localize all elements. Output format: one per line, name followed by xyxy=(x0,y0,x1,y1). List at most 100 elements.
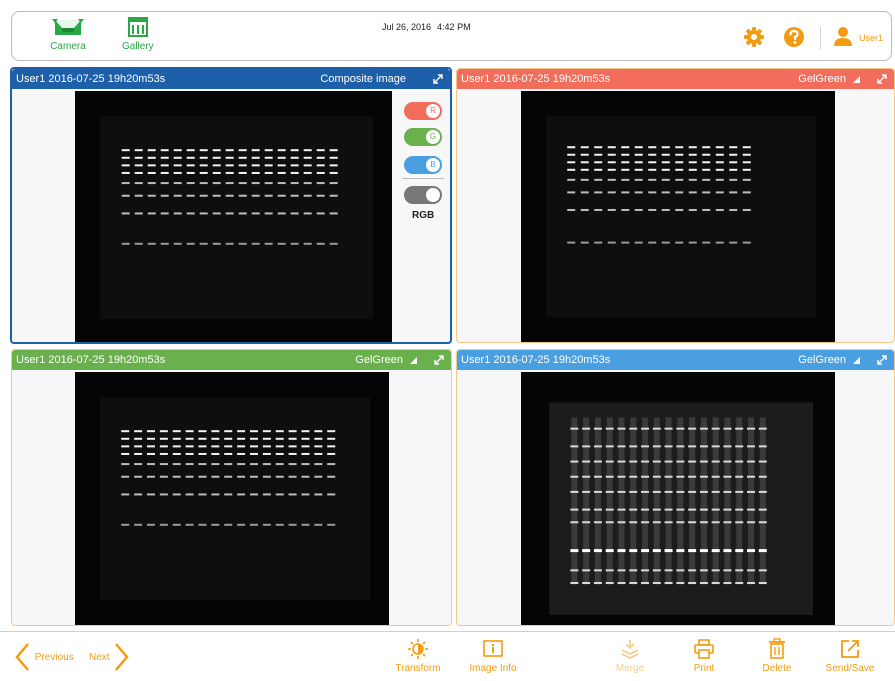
gel-band xyxy=(570,569,579,572)
gel-lane xyxy=(736,417,743,585)
settings-button[interactable] xyxy=(743,26,765,53)
gel-band xyxy=(314,523,323,526)
user-name[interactable]: User1 xyxy=(859,33,883,43)
delete-button[interactable]: Delete xyxy=(747,638,807,674)
gel-band xyxy=(652,581,661,584)
gel-image xyxy=(75,372,389,625)
gel-band xyxy=(723,445,732,448)
expand-button[interactable] xyxy=(876,72,888,92)
gel-band xyxy=(675,146,684,149)
gel-band xyxy=(121,463,130,466)
gallery-icon xyxy=(127,17,148,37)
gel-band xyxy=(582,508,591,511)
merge-button[interactable]: Merge xyxy=(600,638,660,674)
gel-band xyxy=(688,460,697,463)
gel-band xyxy=(661,161,670,164)
gel-band xyxy=(121,452,130,455)
expand-button[interactable] xyxy=(433,353,445,373)
gel-band xyxy=(303,242,312,245)
expand-button[interactable] xyxy=(876,353,888,373)
gel-band xyxy=(758,508,767,511)
send-save-button[interactable]: Send/Save xyxy=(820,638,880,674)
camera-icon xyxy=(52,19,84,35)
gel-band xyxy=(264,171,273,174)
gel-band xyxy=(159,430,168,433)
gel-band xyxy=(747,490,756,493)
gel-band xyxy=(593,490,602,493)
expand-button[interactable] xyxy=(432,72,444,92)
gel-band xyxy=(594,208,603,211)
gel-band xyxy=(212,156,221,159)
gel-band xyxy=(648,208,657,211)
gel-band xyxy=(715,191,724,194)
image-panel-blue[interactable]: User1 2016-07-25 19h20m53s GelGreen xyxy=(456,349,895,626)
blue-channel-toggle[interactable]: B xyxy=(404,156,442,174)
gel-band xyxy=(251,182,260,185)
gel-band xyxy=(621,178,630,181)
help-button[interactable] xyxy=(783,26,805,53)
channel-dropdown-icon[interactable] xyxy=(853,357,860,364)
gel-band xyxy=(329,149,338,152)
channel-dropdown-icon[interactable] xyxy=(410,357,417,364)
gel-band xyxy=(580,146,589,149)
gel-band xyxy=(198,523,207,526)
gel-band xyxy=(146,437,155,440)
gel-band xyxy=(735,508,744,511)
gel-band xyxy=(652,490,661,493)
gel-band xyxy=(702,241,711,244)
gel-band xyxy=(225,164,234,167)
help-icon xyxy=(784,27,804,47)
gel-band xyxy=(715,153,724,156)
gel-band xyxy=(172,463,181,466)
red-channel-toggle[interactable]: R xyxy=(404,102,442,120)
gel-band xyxy=(747,549,756,553)
gel-band xyxy=(251,156,260,159)
image-panel-red[interactable]: User1 2016-07-25 19h20m53s GelGreen xyxy=(456,68,895,343)
gel-band xyxy=(711,475,720,478)
gel-band xyxy=(277,164,286,167)
gel-band xyxy=(134,445,143,448)
gel-band xyxy=(249,445,258,448)
gel-lane xyxy=(594,417,601,585)
gel-band xyxy=(121,149,130,152)
gel-band xyxy=(605,521,614,524)
gel-band xyxy=(237,463,246,466)
user-avatar-button[interactable] xyxy=(832,25,854,52)
gel-image xyxy=(521,91,835,342)
gallery-button[interactable]: Gallery xyxy=(122,16,154,52)
green-channel-toggle[interactable]: G xyxy=(404,128,442,146)
gel-band xyxy=(629,427,638,430)
previous-button[interactable]: Previous xyxy=(14,642,74,672)
gel-band xyxy=(605,549,614,553)
transform-button[interactable]: Transform xyxy=(388,638,448,674)
image-info-button[interactable]: Image Info xyxy=(463,638,523,674)
rgb-toggle[interactable] xyxy=(404,186,442,204)
chevron-right-icon xyxy=(115,643,129,671)
next-button[interactable]: Next xyxy=(89,642,130,672)
gel-band xyxy=(275,437,284,440)
gear-icon xyxy=(744,27,764,47)
gel-band xyxy=(688,146,697,149)
gel-band xyxy=(249,475,258,478)
gel-band xyxy=(634,241,643,244)
gel-band xyxy=(327,445,336,448)
print-button[interactable]: Print xyxy=(674,638,734,674)
image-panel-green[interactable]: User1 2016-07-25 19h20m53s GelGreen xyxy=(11,349,452,626)
camera-button[interactable]: Camera xyxy=(50,16,86,52)
gel-band xyxy=(699,445,708,448)
gel-band xyxy=(186,182,195,185)
gel-lane xyxy=(724,417,731,585)
gel-band xyxy=(711,508,720,511)
gel-band xyxy=(237,523,246,526)
gel-band xyxy=(225,212,234,215)
gel-band xyxy=(327,430,336,433)
gel-band xyxy=(264,182,273,185)
blue-channel-label: B xyxy=(430,160,436,169)
gel-band xyxy=(173,149,182,152)
gel-band xyxy=(224,437,233,440)
gel-band xyxy=(676,508,685,511)
image-panel-composite[interactable]: User1 2016-07-25 19h20m53s Composite ima… xyxy=(10,67,452,344)
gel-bands xyxy=(549,402,814,615)
gel-band xyxy=(146,463,155,466)
channel-dropdown-icon[interactable] xyxy=(853,76,860,83)
